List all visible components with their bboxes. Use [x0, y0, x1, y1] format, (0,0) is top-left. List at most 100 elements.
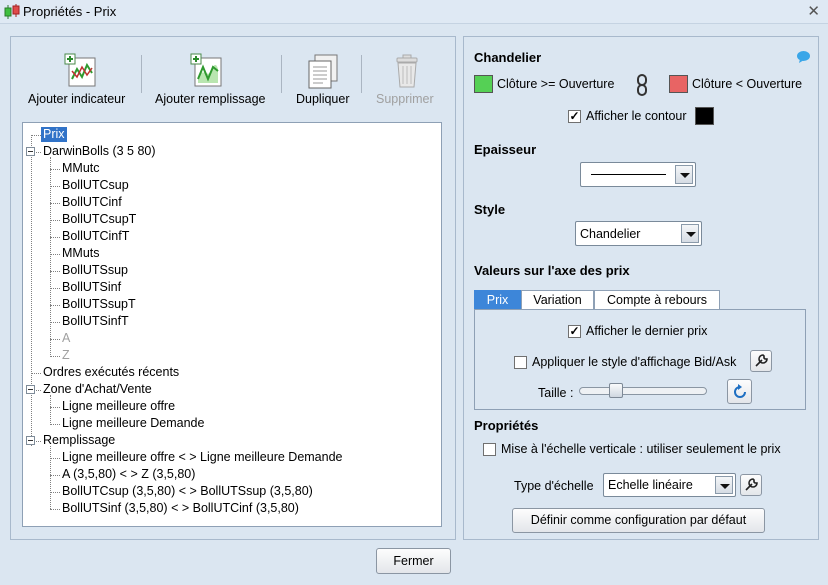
tree-line: [50, 237, 60, 238]
tab-countdown[interactable]: Compte à rebours: [594, 290, 720, 310]
help-bubble-icon[interactable]: [796, 50, 811, 64]
tree-line: [36, 441, 41, 442]
properties-heading: Propriétés: [474, 418, 539, 433]
add-indicator-label: Ajouter indicateur: [28, 92, 126, 106]
tree-item[interactable]: Ligne meilleure offre < > Ligne meilleur…: [62, 450, 343, 465]
collapse-toggle-icon[interactable]: [26, 147, 35, 156]
bid-ask-style-checkbox[interactable]: [514, 356, 527, 369]
tree-line: [31, 135, 41, 136]
scale-type-select[interactable]: Echelle linéaire: [603, 473, 736, 497]
up-color-swatch[interactable]: [474, 75, 493, 93]
tree-item-darwinbolls[interactable]: DarwinBolls (3 5 80): [43, 144, 156, 159]
tree-line: [50, 220, 60, 221]
price-tab-panel: ✓ Afficher le dernier prix Appliquer le …: [474, 309, 806, 410]
close-button[interactable]: Fermer: [376, 548, 451, 574]
toolbar-separator: [361, 55, 362, 93]
tree-line: [50, 305, 60, 306]
add-fill-label: Ajouter remplissage: [155, 92, 266, 106]
tree-line: [50, 475, 60, 476]
size-slider-thumb[interactable]: [609, 383, 623, 398]
tree-item-disabled[interactable]: A: [62, 331, 70, 346]
vertical-scale-label: Mise à l'échelle verticale : utiliser se…: [501, 442, 781, 456]
add-indicator-icon: [64, 53, 96, 87]
tree-item[interactable]: MMuts: [62, 246, 100, 261]
candlestick-chart-icon: [4, 4, 20, 19]
close-ge-open-label: Clôture >= Ouverture: [497, 77, 615, 91]
tree-line: [50, 509, 60, 510]
tree-item-buy-sell-zone[interactable]: Zone d'Achat/Vente: [43, 382, 152, 397]
tab-prix[interactable]: Prix: [474, 290, 521, 310]
style-select[interactable]: Chandelier: [575, 221, 702, 246]
show-outline-label: Afficher le contour: [586, 109, 687, 123]
close-icon[interactable]: ✕: [807, 2, 820, 20]
duplicate-label: Dupliquer: [296, 92, 350, 106]
tree-item-fill[interactable]: Remplissage: [43, 433, 115, 448]
outline-color-swatch[interactable]: [695, 107, 714, 125]
tree-item[interactable]: BollUTCinf: [62, 195, 122, 210]
tree-item[interactable]: BollUTCsup (3,5,80) < > BollUTSsup (3,5,…: [62, 484, 313, 499]
scale-type-value: Echelle linéaire: [608, 478, 693, 492]
toolbar-separator: [281, 55, 282, 93]
scale-settings-button[interactable]: [740, 474, 762, 496]
tree-item[interactable]: MMutc: [62, 161, 100, 176]
thickness-select[interactable]: [580, 162, 696, 187]
duplicate-button[interactable]: Dupliquer: [287, 49, 359, 109]
tree-item[interactable]: BollUTSinf: [62, 280, 121, 295]
tree-item[interactable]: Ligne meilleure Demande: [62, 416, 204, 431]
properties-tree[interactable]: Prix DarwinBolls (3 5 80) MMutc BollUTCs…: [22, 122, 442, 527]
wrench-icon: [745, 478, 758, 491]
chevron-down-icon: [675, 165, 693, 184]
delete-button[interactable]: Supprimer: [367, 49, 447, 109]
delete-label: Supprimer: [376, 92, 434, 106]
tree-item[interactable]: BollUTCsup: [62, 178, 129, 193]
wrench-icon: [755, 354, 768, 367]
style-select-value: Chandelier: [580, 227, 641, 241]
tab-variation[interactable]: Variation: [521, 290, 594, 310]
tree-line: [50, 458, 60, 459]
tree-item[interactable]: A (3,5,80) < > Z (3,5,80): [62, 467, 195, 482]
tree-line: [50, 254, 60, 255]
tree-line: [36, 152, 41, 153]
show-last-price-label: Afficher le dernier prix: [586, 324, 708, 338]
tree-line: [50, 271, 60, 272]
tree-item[interactable]: BollUTSinf (3,5,80) < > BollUTCinf (3,5,…: [62, 501, 299, 516]
add-fill-button[interactable]: Ajouter remplissage: [147, 49, 277, 109]
size-label: Taille :: [538, 386, 574, 400]
tree-line: [50, 339, 60, 340]
show-outline-checkbox[interactable]: ✓: [568, 110, 581, 123]
thickness-heading: Epaisseur: [474, 142, 537, 157]
tree-item[interactable]: BollUTCsupT: [62, 212, 136, 227]
window-title: Propriétés - Prix: [23, 4, 117, 19]
line-thickness-preview: [591, 174, 666, 175]
add-fill-icon: [190, 53, 222, 87]
trash-icon: [396, 54, 418, 88]
vertical-scale-checkbox[interactable]: [483, 443, 496, 456]
collapse-toggle-icon[interactable]: [26, 385, 35, 394]
tree-item[interactable]: BollUTSsupT: [62, 297, 136, 312]
tree-item[interactable]: Ligne meilleure offre: [62, 399, 175, 414]
tree-item[interactable]: BollUTSsup: [62, 263, 128, 278]
add-indicator-button[interactable]: Ajouter indicateur: [21, 49, 141, 109]
tree-line: [31, 373, 41, 374]
down-color-swatch[interactable]: [669, 75, 688, 93]
tree-item-prix[interactable]: Prix: [41, 127, 67, 142]
set-default-button[interactable]: Définir comme configuration par défaut: [512, 508, 765, 533]
duplicate-icon: [308, 54, 338, 89]
tree-item-disabled[interactable]: Z: [62, 348, 70, 363]
tree-line: [50, 356, 60, 357]
size-slider-track[interactable]: [579, 387, 707, 395]
title-bar: Propriétés - Prix ✕: [0, 0, 828, 24]
refresh-icon: [734, 384, 746, 398]
bid-ask-settings-button[interactable]: [750, 350, 772, 372]
tree-item[interactable]: BollUTCinfT: [62, 229, 129, 244]
collapse-toggle-icon[interactable]: [26, 436, 35, 445]
right-panel: Chandelier Clôture >= Ouverture Clôture …: [463, 36, 819, 540]
reset-size-button[interactable]: [727, 379, 752, 404]
link-chain-icon[interactable]: [636, 74, 648, 96]
price-axis-heading: Valeurs sur l'axe des prix: [474, 263, 630, 278]
tree-item-recent-orders[interactable]: Ordres exécutés récents: [43, 365, 179, 380]
chevron-down-icon: [681, 224, 699, 243]
tree-line: [50, 322, 60, 323]
show-last-price-checkbox[interactable]: ✓: [568, 325, 581, 338]
tree-item[interactable]: BollUTSinfT: [62, 314, 129, 329]
